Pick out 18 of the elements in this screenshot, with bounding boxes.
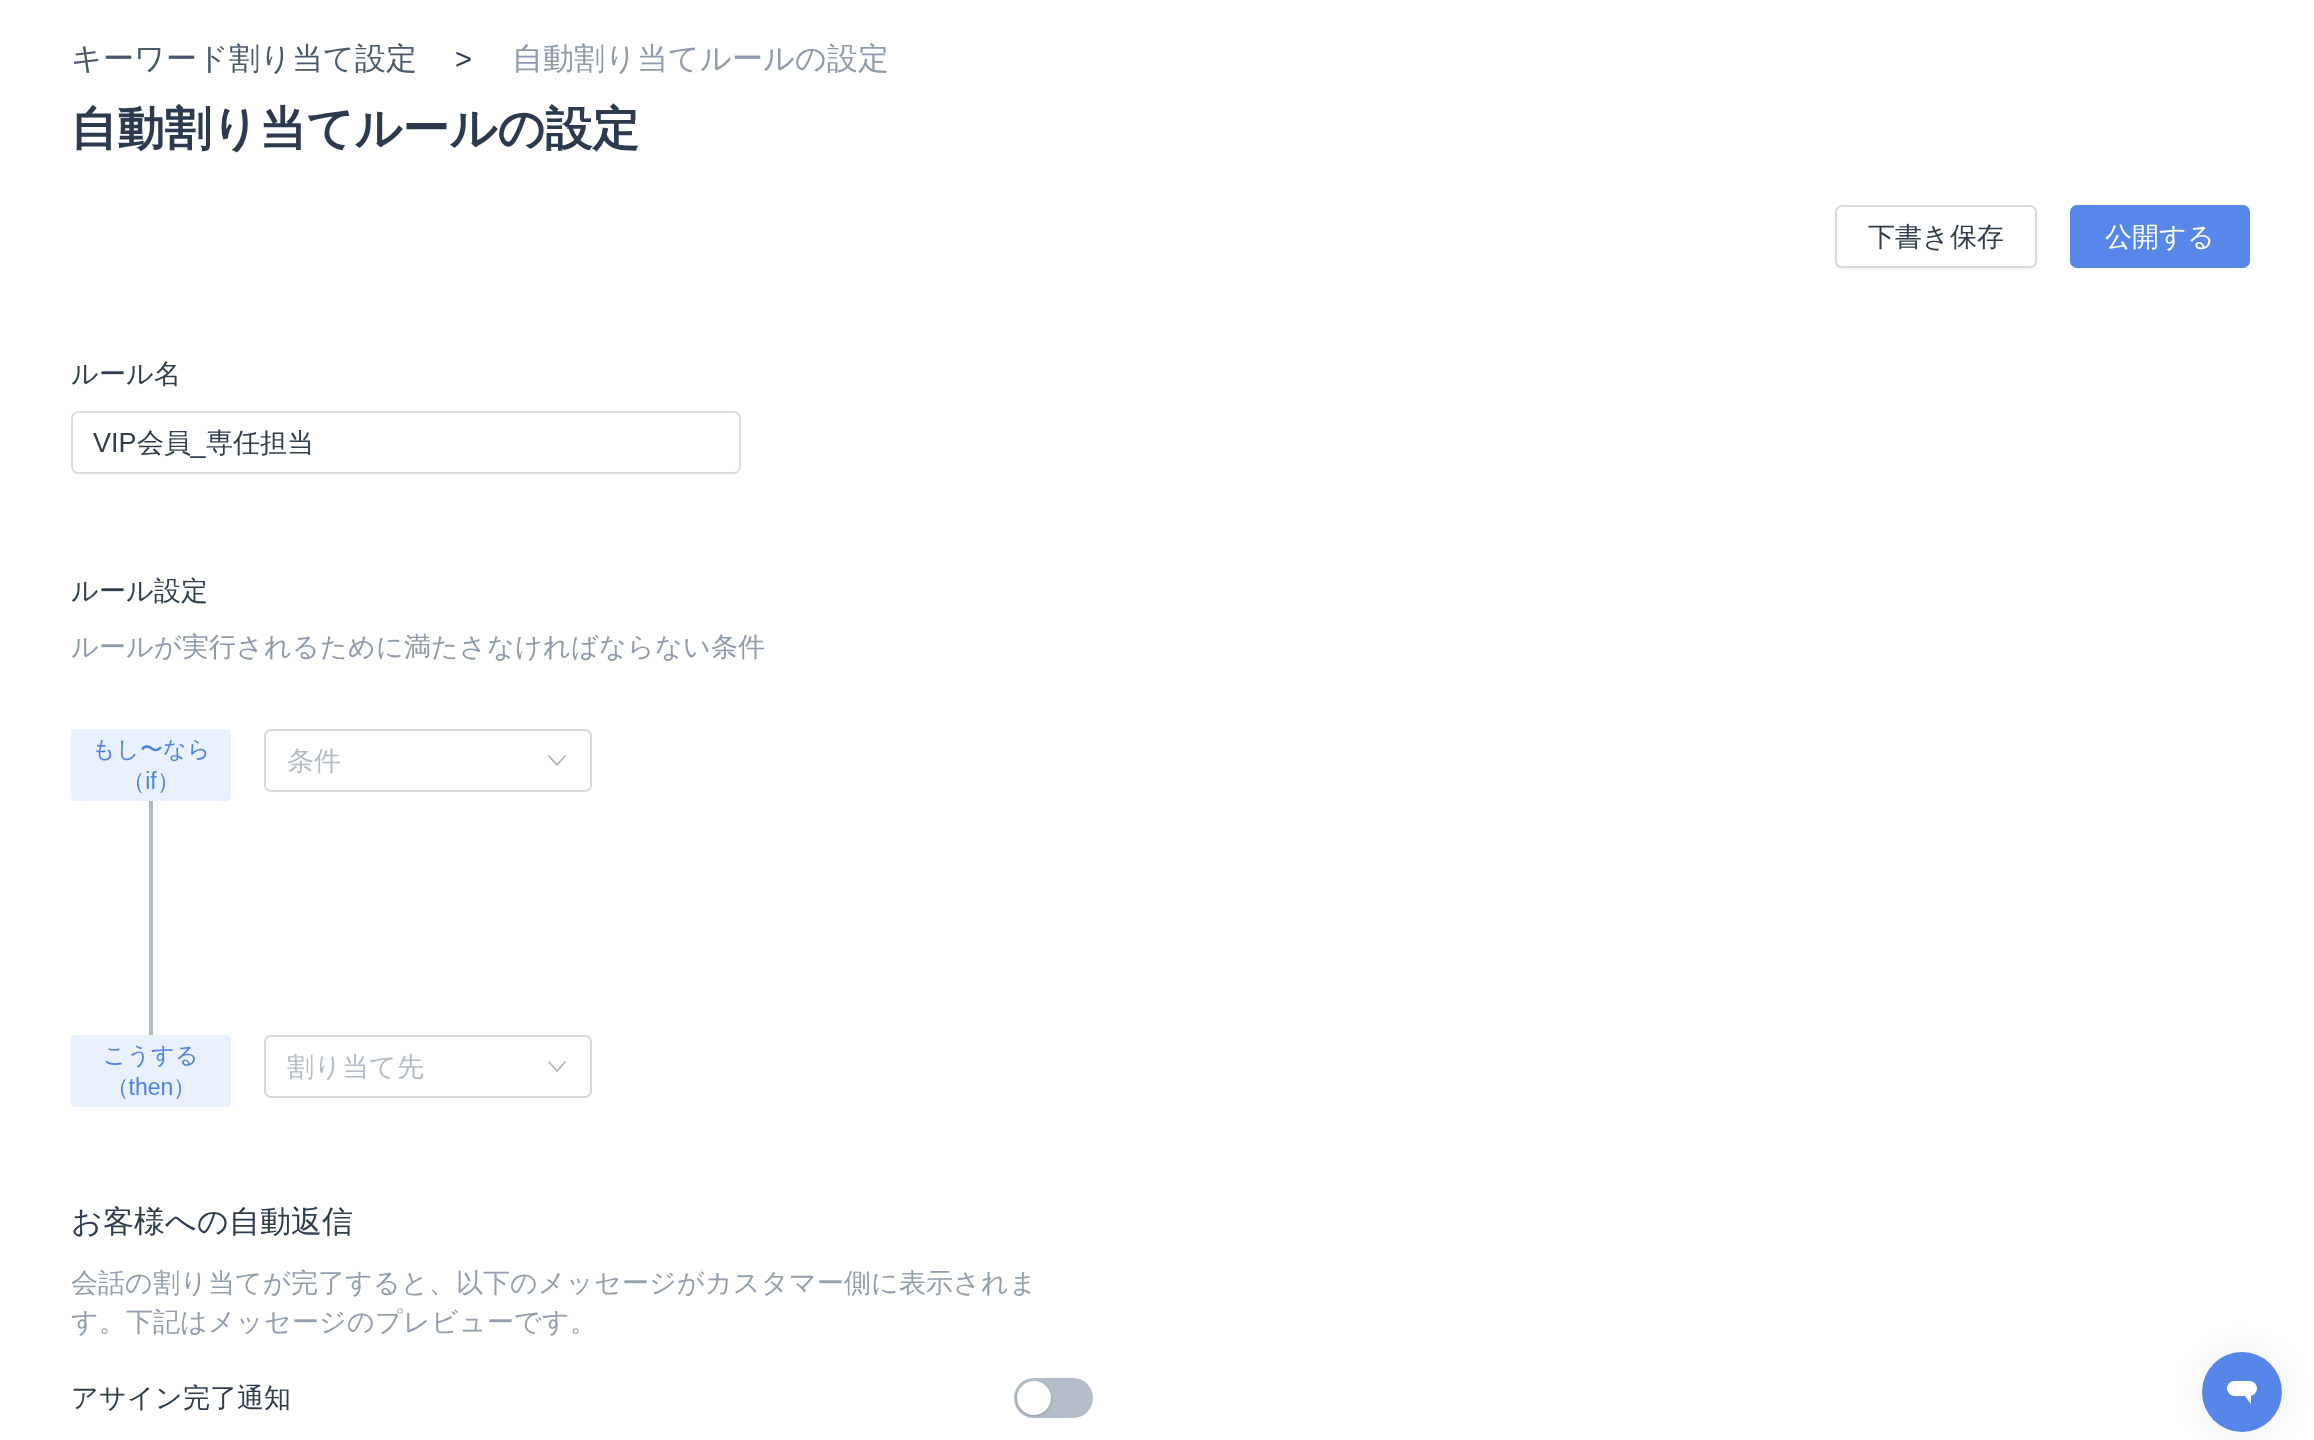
chat-bubble-icon [2227,1380,2257,1404]
outline-button[interactable]: 下書き保存 [1835,205,2037,268]
text-field[interactable]: VIP会員_専任担当 [71,411,741,474]
section-description: ルールが実行されるために満たさなければならない条件 [71,631,766,664]
step-tag: こうする（then） [71,1035,231,1107]
field-label: ルール名 [71,358,182,391]
breadcrumb-link[interactable]: キーワード割り当て設定 [71,37,417,81]
breadcrumb-separator: > [455,42,472,77]
section-label: ルール設定 [71,575,209,608]
toggle-label: アサイン完了通知 [71,1382,291,1415]
toggle-switch[interactable] [1014,1378,1093,1418]
page-title: 自動割り当てルールの設定 [71,100,641,156]
step-tag: もし〜なら（if） [71,729,231,801]
chevron-down-icon [548,1061,566,1072]
breadcrumb-current: 自動割り当てルールの設定 [511,40,889,78]
section-heading: お客様への自動返信 [71,1203,354,1241]
section-description: 会話の割り当てが完了すると、以下のメッセージがカスタマー側に表示されます。下記はメッセージのプレビューです。 [71,1267,1038,1339]
chevron-down-icon [548,755,566,766]
